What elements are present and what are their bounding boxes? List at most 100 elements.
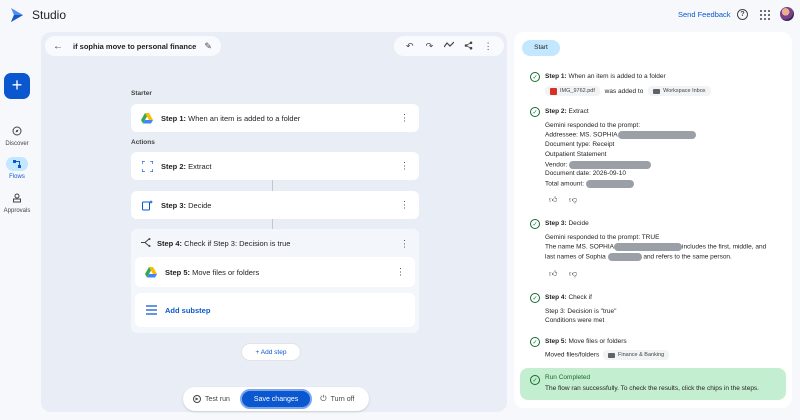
log-line: Document type: Receipt [545,141,615,148]
folder-chip[interactable]: Workspace Inbox [648,86,711,96]
turn-off-button[interactable]: ⏻ Turn off [320,394,354,404]
redacted-text [617,131,696,139]
step-4-label: Step 4: Check if Step 3: Decision is tru… [157,239,291,248]
redo-icon[interactable]: ↷ [423,41,435,52]
add-substep-button[interactable]: Add substep [135,293,415,327]
rail-item-approvals[interactable]: Approvals [0,191,34,214]
extract-icon [141,160,153,172]
apps-grid-icon[interactable] [760,10,770,20]
connector [272,180,273,191]
test-run-button[interactable]: ▶ Test run [193,395,230,403]
starter-label: Starter [131,90,152,97]
log-step-4-title: Step 4: Check if [545,294,592,301]
compass-icon [6,124,28,138]
step-2-more-icon[interactable]: ⋮ [400,161,409,171]
step-5-card[interactable]: Step 5: Move files or folders ⋮ [135,257,415,287]
redacted-text [569,161,652,169]
rail-item-discover[interactable]: Discover [0,124,34,147]
help-icon[interactable]: ? [737,9,748,20]
redacted-text [585,180,634,188]
run-completed-banner: ✓ Run Completed The flow ran successfull… [520,368,786,400]
thumbs-up-icon[interactable]: 👍︎ [549,195,557,205]
log-line: last names of Sophia and refers to the s… [545,253,732,261]
create-button[interactable]: + [4,73,30,99]
step-2-card[interactable]: Step 2: Extract ⋮ [131,152,419,180]
step-3-label: Step 3: Decide [161,200,212,210]
check-circle-icon: ✓ [530,72,540,82]
avatar[interactable] [780,7,794,21]
start-pill: Start [522,40,560,56]
step-1-more-icon[interactable]: ⋮ [400,113,409,123]
file-chip[interactable]: IMG_9762.pdf [545,86,600,96]
log-step-1-title: Step 1: When an item is added to a folde… [545,73,666,80]
activity-icon[interactable] [443,41,455,51]
canvas-toolbar: ↶ ↷ ⋮ [394,36,504,56]
rail-label-flows: Flows [9,174,25,180]
log-line: Vendor: [545,161,652,169]
log-line: The name MS. SOPHIA includes the first, m… [545,243,767,251]
step-5-more-icon[interactable]: ⋮ [396,267,405,277]
check-circle-icon: ✓ [530,107,540,117]
share-icon[interactable] [463,41,475,52]
rail-label-discover: Discover [5,141,29,147]
rail-item-flows[interactable]: Flows [0,157,34,180]
thumbs-down-icon[interactable]: 👎︎ [569,269,577,279]
bottom-action-bar: ▶ Test run Save changes ⏻ Turn off [183,387,369,411]
substep-list-icon [145,304,157,316]
step-4-condition-group: Step 4: Check if Step 3: Decision is tru… [131,229,419,333]
step-1-card[interactable]: Step 1: When an item is added to a folde… [131,104,419,132]
branch-icon [141,238,151,249]
undo-icon[interactable]: ↶ [404,41,416,52]
drive-icon [141,112,153,124]
more-vert-icon[interactable]: ⋮ [482,41,494,52]
folder-chip[interactable]: Finance & Banking [603,350,670,360]
step-4-header[interactable]: Step 4: Check if Step 3: Decision is tru… [141,238,290,249]
pdf-icon [550,87,557,95]
check-circle-icon: ✓ [530,293,540,303]
add-substep-label: Add substep [165,305,211,315]
back-arrow-icon[interactable]: ← [53,41,63,52]
thumbs-down-icon[interactable]: 👎︎ [569,195,577,205]
approvals-icon [6,191,28,205]
log-line: Addressee: MS. SOPHIA [545,131,696,139]
log-line: Gemini responded to the prompt: [545,122,641,129]
studio-logo-icon [11,8,23,22]
redacted-text [607,253,642,261]
flow-title-bar: ← if sophia move to personal finance ✎ [45,36,221,56]
save-changes-button[interactable]: Save changes [239,389,313,409]
step-3-more-icon[interactable]: ⋮ [400,200,409,210]
send-feedback-link[interactable]: Send Feedback [678,10,731,19]
step-3-card[interactable]: Step 3: Decide ⋮ [131,191,419,219]
log-step-3-title: Step 3: Decide [545,220,589,227]
actions-label: Actions [131,139,155,146]
folder-icon [608,352,616,358]
run-results-panel: Start ✓ Step 1: When an item is added to… [514,32,792,408]
log-step-5-title: Step 5: Move files or folders [545,338,627,345]
thumbs-up-icon[interactable]: 👍︎ [549,269,557,279]
log-step-5-detail: Moved files/folders Finance & Banking [545,350,670,360]
add-step-button[interactable]: + Add step [241,343,301,361]
log-step-2-title: Step 2: Extract [545,108,589,115]
log-line: Gemini responded to the prompt: TRUE [545,234,660,241]
top-bar: Studio Send Feedback ? [0,0,800,30]
step-4-more-icon[interactable]: ⋮ [400,239,409,249]
log-line: Outpatient Statement [545,151,607,158]
power-icon: ⏻ [320,394,327,403]
connector [272,219,273,229]
folder-icon [653,88,661,94]
play-circle-icon: ▶ [193,395,201,403]
flow-title: if sophia move to personal finance [73,41,197,51]
edit-pencil-icon[interactable]: ✎ [204,41,212,52]
log-line: Total amount: [545,180,634,188]
redacted-text [614,243,682,251]
check-circle-icon: ✓ [530,219,540,229]
step-1-label: Step 1: When an item is added to a folde… [161,113,301,123]
rail-label-approvals: Approvals [3,208,31,214]
run-completed-title: Run Completed [545,374,591,381]
log-line: Document date: 2026-09-10 [545,170,626,177]
app-title: Studio [32,8,67,22]
run-completed-text: The flow ran successfully. To check the … [545,385,759,392]
step-5-label: Step 5: Move files or folders [165,267,260,277]
flow-canvas: ← if sophia move to personal finance ✎ ↶… [41,32,507,412]
log-step-1-detail: IMG_9762.pdf was added to Workspace Inbo… [545,86,711,96]
